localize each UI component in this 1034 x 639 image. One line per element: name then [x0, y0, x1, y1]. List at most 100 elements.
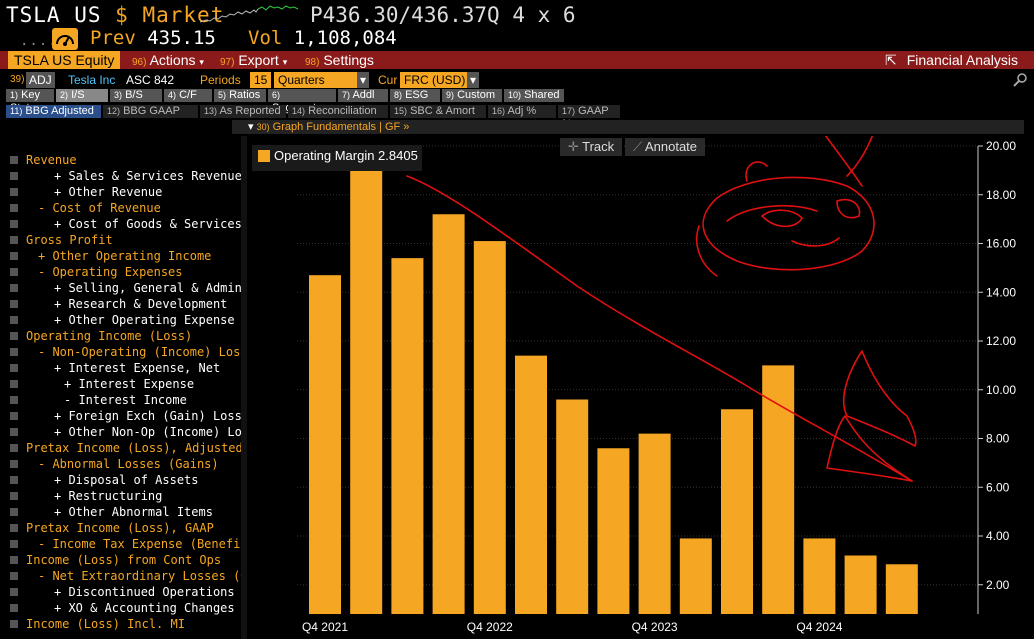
tab-custom[interactable]: 9) Custom	[442, 89, 502, 102]
speedometer-icon[interactable]	[52, 28, 78, 50]
operating-margin-bar[interactable]	[515, 355, 547, 614]
line-item[interactable]: + Discontinued Operations	[6, 584, 241, 600]
security-field[interactable]: TSLA US Equity	[8, 51, 121, 69]
line-item-checkbox[interactable]	[10, 316, 18, 324]
line-item[interactable]: Pretax Income (Loss), Adjusted	[6, 440, 241, 456]
line-item[interactable]: + Foreign Exch (Gain) Loss	[6, 408, 241, 424]
tab-addl[interactable]: 7) Addl	[338, 89, 388, 102]
periods-count-input[interactable]: 15	[250, 72, 272, 88]
line-item[interactable]: + Other Operating Income	[6, 248, 241, 264]
tab-segments[interactable]: 6) Segments	[268, 89, 336, 114]
operating-margin-bar[interactable]	[309, 275, 341, 614]
periods-type-select[interactable]: Quarters	[274, 72, 360, 88]
export-menu[interactable]: 97) Export ▾	[220, 51, 287, 69]
operating-margin-bar[interactable]	[391, 258, 424, 614]
operating-margin-bar[interactable]	[556, 399, 589, 615]
tab-c-f[interactable]: 4) C/F	[164, 89, 212, 102]
line-item-checkbox[interactable]	[10, 364, 18, 372]
line-item-checkbox[interactable]	[10, 540, 18, 548]
tab-key-stats[interactable]: 1) Key Stats	[6, 89, 54, 114]
line-item[interactable]: Income (Loss) from Cont Ops	[6, 552, 241, 568]
line-item[interactable]: + Other Revenue	[6, 184, 241, 200]
operating-margin-bar[interactable]	[473, 241, 506, 614]
line-item[interactable]: + Other Abnormal Items	[6, 504, 241, 520]
adj-toggle[interactable]: ADJ	[26, 72, 55, 88]
line-item-checkbox[interactable]	[10, 220, 18, 228]
line-item-checkbox[interactable]	[10, 604, 18, 612]
operating-margin-bar[interactable]	[762, 365, 795, 614]
subtab-adj-[interactable]: 16) Adj %	[488, 105, 556, 118]
line-item-checkbox[interactable]	[10, 268, 18, 276]
line-item[interactable]: Operating Income (Loss)	[6, 328, 241, 344]
line-item[interactable]: Gross Profit	[6, 232, 241, 248]
line-item-checkbox[interactable]	[10, 444, 18, 452]
subtab-bbg-adjusted[interactable]: 11) BBG Adjusted	[6, 105, 101, 118]
line-item[interactable]: + Cost of Goods & Services	[6, 216, 241, 232]
line-item-checkbox[interactable]	[10, 460, 18, 468]
tab-ratios[interactable]: 5) Ratios	[214, 89, 266, 102]
operating-margin-bar[interactable]	[638, 433, 671, 614]
line-item[interactable]: - Cost of Revenue	[6, 200, 241, 216]
line-item[interactable]: + Disposal of Assets	[6, 472, 241, 488]
financial-analysis-link[interactable]: ⇱ Financial Analysis	[885, 51, 1018, 69]
line-item-checkbox[interactable]	[10, 412, 18, 420]
line-item-checkbox[interactable]	[10, 620, 18, 628]
line-item-checkbox[interactable]	[10, 588, 18, 596]
line-item[interactable]: + XO & Accounting Changes	[6, 600, 241, 616]
line-item[interactable]: Revenue	[6, 152, 241, 168]
line-item-checkbox[interactable]	[10, 284, 18, 292]
line-item-checkbox[interactable]	[10, 524, 18, 532]
line-item-checkbox[interactable]	[10, 156, 18, 164]
line-item-checkbox[interactable]	[10, 556, 18, 564]
line-item[interactable]: - Income Tax Expense (Benefit)	[6, 536, 241, 552]
line-item[interactable]: Income (Loss) Incl. MI	[6, 616, 241, 632]
tab-shared[interactable]: 10) Shared	[504, 89, 564, 102]
line-item[interactable]: + Interest Expense	[6, 376, 241, 392]
subtab-sbc-amort[interactable]: 15) SBC & Amort	[390, 105, 486, 118]
tab-i-s[interactable]: 2) I/S	[56, 89, 108, 102]
graph-fundamentals-bar[interactable]: ▾ 30) Graph Fundamentals | GF »	[232, 120, 1024, 134]
line-item-checkbox[interactable]	[10, 236, 18, 244]
line-item[interactable]: - Abnormal Losses (Gains)	[6, 456, 241, 472]
currency-select[interactable]: FRC (USD)	[400, 72, 470, 88]
line-item-checkbox[interactable]	[10, 572, 18, 580]
tab-b-s[interactable]: 3) B/S	[110, 89, 162, 102]
annotate-button[interactable]: ⟋ Annotate	[625, 138, 705, 156]
dropdown-arrow-icon[interactable]: ▾	[467, 72, 480, 88]
settings-menu[interactable]: 98) Settings	[305, 51, 374, 69]
line-item-checkbox[interactable]	[10, 172, 18, 180]
line-item[interactable]: - Net Extraordinary Losses (Gains)	[6, 568, 241, 584]
line-item-checkbox[interactable]	[10, 332, 18, 340]
line-item[interactable]: + Selling, General & Admin	[6, 280, 241, 296]
line-item[interactable]: + Interest Expense, Net	[6, 360, 241, 376]
operating-margin-bar[interactable]	[844, 555, 877, 615]
line-item-checkbox[interactable]	[10, 396, 18, 404]
line-item-checkbox[interactable]	[10, 348, 18, 356]
subtab-as-reported[interactable]: 13) As Reported	[200, 105, 286, 118]
operating-margin-bar[interactable]	[350, 165, 383, 615]
line-item-checkbox[interactable]	[10, 476, 18, 484]
line-item-checkbox[interactable]	[10, 492, 18, 500]
line-item[interactable]: + Other Operating Expense	[6, 312, 241, 328]
actions-menu[interactable]: 96) Actions ▾	[132, 51, 204, 69]
line-item-checkbox[interactable]	[10, 380, 18, 388]
operating-margin-bar[interactable]	[679, 538, 712, 614]
line-item-checkbox[interactable]	[10, 252, 18, 260]
line-item-checkbox[interactable]	[10, 204, 18, 212]
operating-margin-bar[interactable]	[432, 214, 465, 614]
subtab-gaap-[interactable]: 17) GAAP %	[558, 105, 620, 130]
tab-esg[interactable]: 8) ESG	[390, 89, 440, 102]
line-item-checkbox[interactable]	[10, 300, 18, 308]
subtab-bbg-gaap[interactable]: 12) BBG GAAP	[103, 105, 198, 118]
dropdown-arrow-icon[interactable]: ▾	[357, 72, 370, 88]
line-item-checkbox[interactable]	[10, 188, 18, 196]
line-item[interactable]: - Operating Expenses	[6, 264, 241, 280]
operating-margin-bar[interactable]	[597, 448, 630, 614]
line-item[interactable]: + Sales & Services Revenue	[6, 168, 241, 184]
subtab-reconciliation[interactable]: 14) Reconciliation	[288, 105, 388, 118]
line-item[interactable]: - Interest Income	[6, 392, 241, 408]
operating-margin-bar[interactable]	[885, 564, 918, 614]
operating-margin-bar[interactable]	[803, 538, 836, 614]
line-item-checkbox[interactable]	[10, 428, 18, 436]
line-item[interactable]: Pretax Income (Loss), GAAP	[6, 520, 241, 536]
